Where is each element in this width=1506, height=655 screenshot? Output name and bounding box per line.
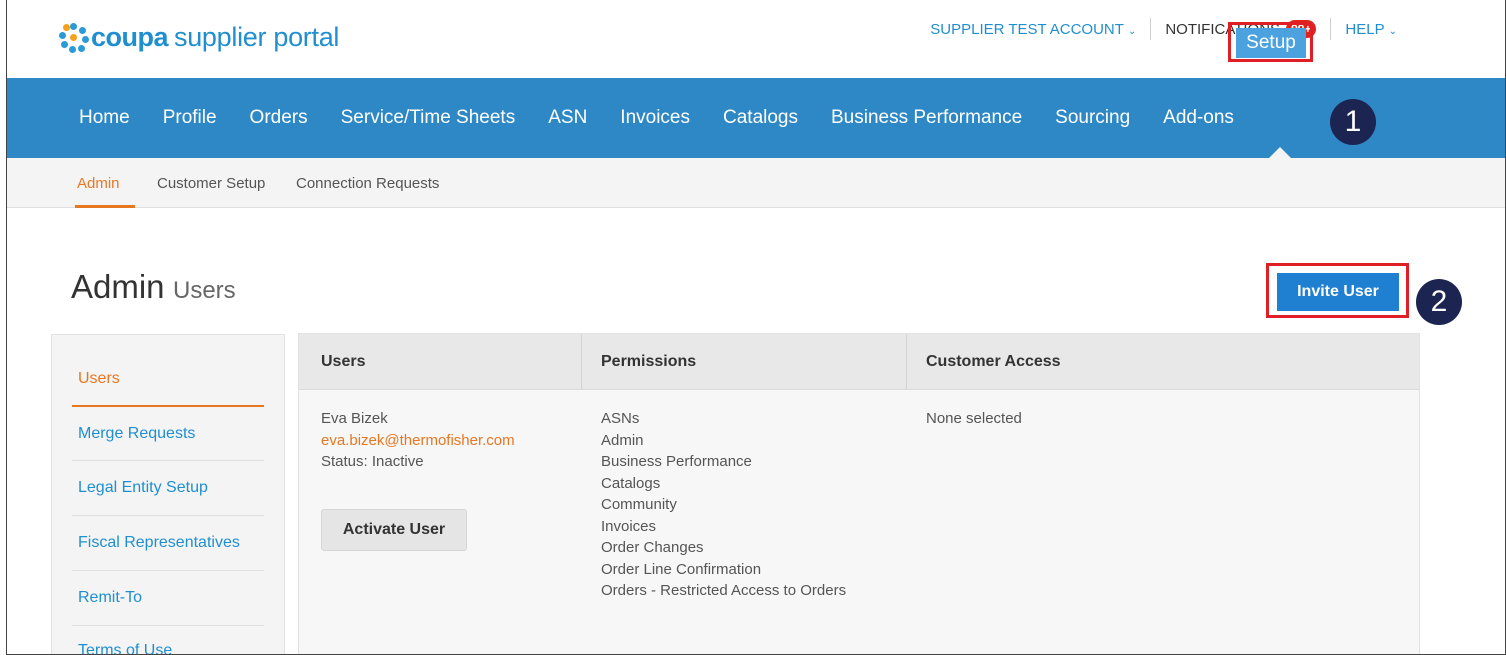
user-email[interactable]: eva.bizek@thermofisher.com: [321, 430, 515, 452]
permission-item: Orders - Restricted Access to Orders: [601, 582, 847, 599]
nav-add-ons[interactable]: Add-ons: [1163, 107, 1234, 129]
brand-name: coupa: [91, 22, 169, 52]
divider: [1330, 18, 1332, 40]
user-status: Status: Inactive: [321, 453, 424, 470]
top-links: SUPPLIER TEST ACCOUNT⌄ NOTIFICATIONS99+ …: [930, 18, 1397, 40]
invite-user-button[interactable]: Invite User: [1277, 273, 1399, 311]
divider: [72, 570, 264, 571]
column-header-permissions[interactable]: Permissions: [601, 353, 696, 371]
divider: [1150, 18, 1152, 40]
permission-item: Order Line Confirmation: [601, 560, 762, 578]
nav-home[interactable]: Home: [79, 107, 130, 129]
table-header: Users Permissions Customer Access: [299, 334, 1419, 390]
main-nav: Home Profile Orders Service/Time Sheets …: [7, 78, 1505, 158]
sidebar-item-legal-entity-setup[interactable]: Legal Entity Setup: [78, 479, 208, 497]
column-header-customer-access[interactable]: Customer Access: [926, 353, 1061, 371]
user-cell: Eva Bizek eva.bizek@thermofisher.com Sta…: [321, 408, 515, 473]
sidebar-item-terms-of-use[interactable]: Terms of Use: [78, 642, 172, 654]
page-title: Admin Users: [71, 268, 236, 306]
permission-item: ASNs: [601, 410, 640, 427]
permission-item: Business Performance: [601, 453, 752, 470]
sidebar-active-underline: [72, 405, 264, 407]
nav-catalogs[interactable]: Catalogs: [723, 107, 798, 129]
customer-access-cell: None selected: [926, 410, 1022, 427]
portal-name: supplier portal: [174, 22, 340, 52]
admin-sidebar: Users Merge Requests Legal Entity Setup …: [51, 334, 285, 654]
column-header-users[interactable]: Users: [321, 353, 365, 371]
divider: [72, 460, 264, 461]
page-title-main: Admin: [71, 268, 165, 305]
nav-sourcing[interactable]: Sourcing: [1055, 107, 1130, 129]
nav-profile[interactable]: Profile: [163, 107, 217, 129]
permission-item: Catalogs: [601, 474, 661, 492]
divider: [72, 625, 264, 626]
users-table: Users Permissions Customer Access Eva Bi…: [298, 333, 1420, 654]
nav-service-time-sheets[interactable]: Service/Time Sheets: [341, 107, 516, 129]
chevron-down-icon: ⌄: [1127, 25, 1137, 37]
callout-badge-2: 2: [1416, 279, 1462, 325]
nav-orders[interactable]: Orders: [250, 107, 308, 129]
coupa-logo[interactable]: coupa supplier portal: [59, 22, 339, 53]
sidebar-item-remit-to[interactable]: Remit-To: [78, 589, 142, 607]
account-label: SUPPLIER TEST ACCOUNT: [930, 20, 1124, 38]
activate-user-button[interactable]: Activate User: [321, 509, 467, 551]
coupa-logo-icon: [59, 22, 89, 53]
permission-item: Invoices: [601, 517, 657, 535]
nav-asn[interactable]: ASN: [548, 107, 587, 129]
app-window: coupa supplier portal SUPPLIER TEST ACCO…: [6, 0, 1506, 655]
account-menu[interactable]: SUPPLIER TEST ACCOUNT ⌄: [930, 21, 1136, 38]
sidebar-item-merge-requests[interactable]: Merge Requests: [78, 425, 195, 443]
sidebar-item-users[interactable]: Users: [78, 370, 120, 388]
column-divider: [581, 334, 582, 390]
subnav-active-underline: [75, 205, 135, 208]
subnav-customer-setup[interactable]: Customer Setup: [157, 175, 265, 192]
help-menu[interactable]: HELP ⌄: [1345, 21, 1397, 38]
user-name: Eva Bizek: [321, 410, 388, 427]
nav-business-performance[interactable]: Business Performance: [831, 107, 1022, 129]
permission-item: Community: [601, 496, 677, 513]
page-title-sub: Users: [173, 277, 236, 304]
divider: [72, 515, 264, 516]
permission-item: Order Changes: [601, 539, 704, 556]
column-divider: [906, 334, 907, 390]
nav-setup[interactable]: Setup: [1236, 28, 1306, 58]
permission-item: Admin: [601, 431, 644, 449]
callout-badge-1: 1: [1330, 99, 1376, 145]
chevron-down-icon: ⌄: [1388, 25, 1397, 37]
active-tab-pointer: [1269, 147, 1291, 158]
nav-invoices[interactable]: Invoices: [620, 107, 690, 129]
sidebar-item-fiscal-representatives[interactable]: Fiscal Representatives: [78, 534, 240, 552]
help-label: HELP: [1345, 20, 1385, 38]
subnav-admin[interactable]: Admin: [77, 175, 120, 192]
subnav-connection-requests[interactable]: Connection Requests: [296, 175, 439, 192]
sub-nav: Admin Customer Setup Connection Requests: [7, 158, 1505, 208]
permissions-cell: ASNs Admin Business Performance Catalogs…: [601, 408, 846, 602]
